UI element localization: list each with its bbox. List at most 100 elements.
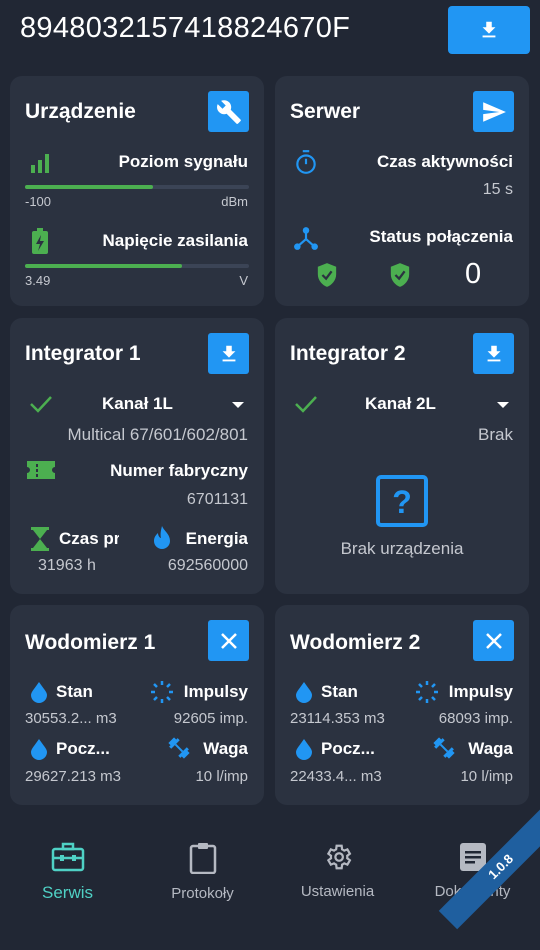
uptime-value: 15 s xyxy=(482,181,513,198)
serial-value: 6701131 xyxy=(186,491,248,508)
nav-label: Serwis xyxy=(41,883,93,902)
integrator1-card: Integrator 1 Kanał 1L Multical 67/601/60… xyxy=(10,318,264,594)
device-card: Urządzenie Poziom sygnału -100 dBm Napię… xyxy=(10,76,264,306)
pocz-value: 29627.213 m3 xyxy=(25,768,121,785)
nav-ustawienia[interactable]: Ustawienia xyxy=(270,842,405,900)
impulsy-label: Impulsy xyxy=(183,682,248,701)
signal-label: Poziom sygnału xyxy=(118,152,248,171)
impulse-icon xyxy=(414,679,440,705)
shield-check-icon xyxy=(388,261,412,289)
connection-icon xyxy=(292,224,320,252)
stan-label: Stan xyxy=(56,682,93,701)
download-button[interactable] xyxy=(473,333,514,374)
close-button[interactable] xyxy=(208,620,249,661)
impulsy-value: 68093 imp. xyxy=(438,710,513,727)
battery-icon xyxy=(30,228,50,254)
nav-label: Ustawienia xyxy=(300,883,375,900)
time-label: Czas pracy xyxy=(59,529,119,548)
channel-label: Kanał 1L xyxy=(102,394,173,413)
device-id: 89480321574188246​70F xyxy=(20,12,351,44)
nav-label: Protokoły xyxy=(171,885,234,902)
device-name: Multical 67/601/602/801 xyxy=(67,425,248,444)
weight-icon xyxy=(431,735,457,761)
check-icon xyxy=(28,392,54,416)
signal-min: -100 xyxy=(25,194,52,209)
pocz-label: Pocz... xyxy=(321,739,375,758)
clipboard-icon xyxy=(189,843,216,875)
energy-value: 692560000 xyxy=(167,557,248,574)
waga-value: 10 l/imp xyxy=(460,768,513,785)
download-icon xyxy=(482,21,496,38)
pocz-value: 22433.4... m3 xyxy=(290,768,382,785)
water-meter1-card: Wodomierz 1 Stan 30553.2... m3 Impulsy 9… xyxy=(10,605,264,805)
send-button[interactable] xyxy=(473,91,514,132)
waga-label: Waga xyxy=(468,739,513,758)
voltage-unit: V xyxy=(239,273,248,288)
card-title: Integrator 2 xyxy=(290,342,406,365)
stopwatch-icon xyxy=(292,148,320,176)
time-value: 31963 h xyxy=(38,557,96,574)
voltage-bar xyxy=(25,264,249,268)
serial-number-icon xyxy=(26,458,56,482)
impulsy-label: Impulsy xyxy=(448,682,513,701)
energy-label: Energia xyxy=(185,529,248,548)
status-count: 0 xyxy=(465,258,482,290)
card-title: Wodomierz 1 xyxy=(25,631,156,654)
signal-unit: dBm xyxy=(221,194,248,209)
download-icon xyxy=(222,345,235,361)
download-button[interactable] xyxy=(448,6,530,54)
uptime-label: Czas aktywności xyxy=(376,152,513,171)
voltage-label: Napięcie zasilania xyxy=(102,231,248,250)
question-box-icon: ? xyxy=(376,475,428,527)
close-icon xyxy=(220,632,237,649)
stan-value: 30553.2... m3 xyxy=(25,710,117,727)
shield-check-icon xyxy=(315,261,339,289)
signal-icon xyxy=(28,150,54,174)
check-icon xyxy=(293,392,319,416)
download-icon xyxy=(487,345,500,361)
hourglass-icon xyxy=(30,526,50,552)
server-card: Serwer Czas aktywności 15 s Status połąc… xyxy=(275,76,529,306)
serial-label: Numer fabryczny xyxy=(110,461,248,480)
flame-icon xyxy=(150,524,174,552)
dropdown-arrow-icon xyxy=(497,402,509,408)
water-drop-icon xyxy=(29,737,49,761)
pocz-label: Pocz... xyxy=(56,739,110,758)
integrator-status: Brak xyxy=(478,425,513,444)
top-bar: 89480321574188246​70F xyxy=(0,0,540,64)
waga-value: 10 l/imp xyxy=(195,768,248,785)
channel-select[interactable]: Kanał 2L xyxy=(345,394,515,418)
impulsy-value: 92605 imp. xyxy=(173,710,248,727)
waga-label: Waga xyxy=(203,739,248,758)
close-icon xyxy=(485,632,502,649)
card-title: Integrator 1 xyxy=(25,342,141,365)
send-icon xyxy=(482,101,506,122)
water-drop-icon xyxy=(294,680,314,704)
impulse-icon xyxy=(149,679,175,705)
water-meter2-card: Wodomierz 2 Stan 23114.353 m3 Impulsy 68… xyxy=(275,605,529,805)
status-label: Status połączenia xyxy=(369,227,513,246)
nav-serwis[interactable]: Serwis xyxy=(0,842,135,903)
integrator2-card: Integrator 2 Kanał 2L Brak ? Brak urządz… xyxy=(275,318,529,594)
toolbox-icon xyxy=(51,842,84,872)
stan-value: 23114.353 m3 xyxy=(290,710,385,727)
no-device-label: Brak urządzenia xyxy=(340,539,464,558)
wrench-icon xyxy=(216,99,241,124)
settings-button[interactable] xyxy=(208,91,249,132)
svg-text:?: ? xyxy=(392,484,412,520)
water-drop-icon xyxy=(29,680,49,704)
weight-icon xyxy=(166,735,192,761)
card-title: Urządzenie xyxy=(25,100,136,123)
voltage-value: 3.49 xyxy=(25,273,51,288)
water-drop-icon xyxy=(294,737,314,761)
signal-bar xyxy=(25,185,249,189)
dropdown-arrow-icon xyxy=(232,402,244,408)
card-title: Wodomierz 2 xyxy=(290,631,421,654)
channel-select[interactable]: Kanał 1L xyxy=(80,394,250,418)
channel-label: Kanał 2L xyxy=(365,394,436,413)
nav-protokoly[interactable]: Protokoły xyxy=(135,842,270,902)
stan-label: Stan xyxy=(321,682,358,701)
download-button[interactable] xyxy=(208,333,249,374)
gear-icon xyxy=(326,844,351,870)
close-button[interactable] xyxy=(473,620,514,661)
